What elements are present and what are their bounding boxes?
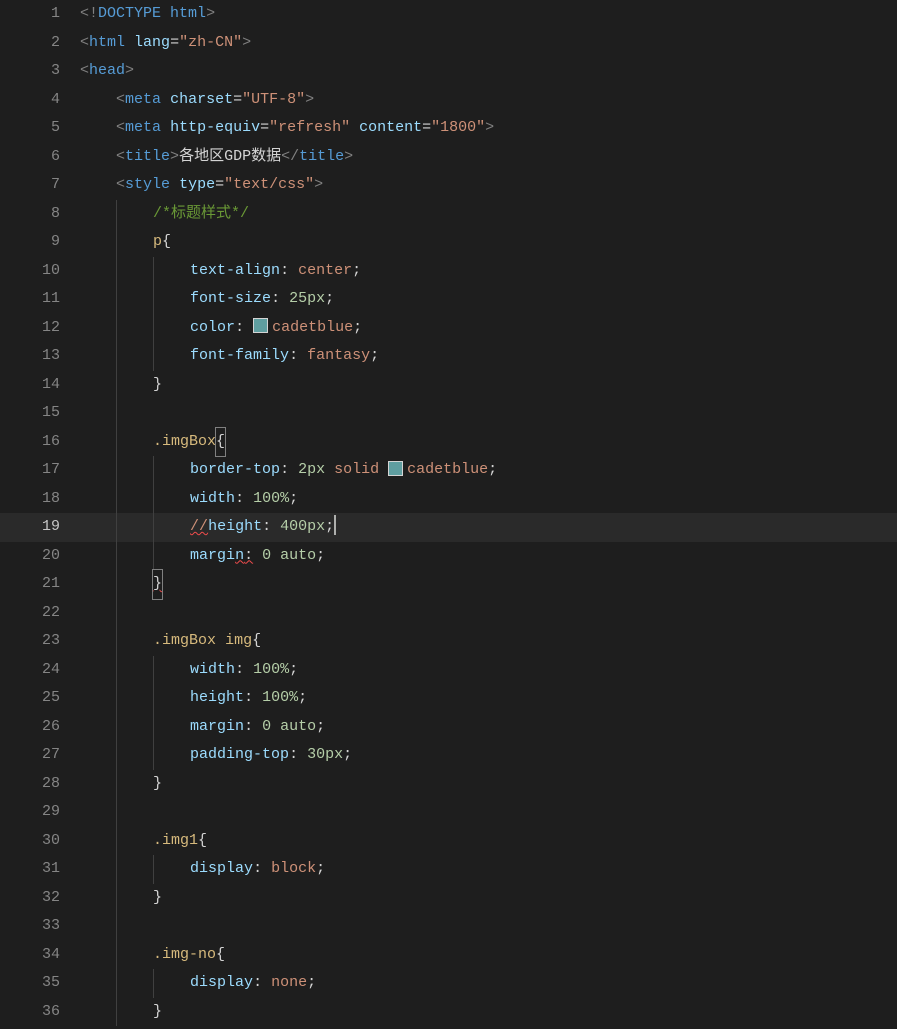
line-number: 27 bbox=[0, 741, 80, 770]
code-line[interactable]: 2<html lang="zh-CN"> bbox=[0, 29, 897, 58]
code-line[interactable]: 25 height: 100%; bbox=[0, 684, 897, 713]
line-number: 23 bbox=[0, 627, 80, 656]
line-number: 16 bbox=[0, 428, 80, 457]
line-number: 15 bbox=[0, 399, 80, 428]
code-line[interactable]: 20 margin: 0 auto; bbox=[0, 542, 897, 571]
code-line[interactable]: 32 } bbox=[0, 884, 897, 913]
code-line[interactable]: 16 .imgBox{ bbox=[0, 428, 897, 457]
code-line[interactable]: 6 <title>各地区GDP数据</title> bbox=[0, 143, 897, 172]
line-number: 24 bbox=[0, 656, 80, 685]
line-number: 8 bbox=[0, 200, 80, 229]
code-line[interactable]: 26 margin: 0 auto; bbox=[0, 713, 897, 742]
line-number: 32 bbox=[0, 884, 80, 913]
code-line[interactable]: 18 width: 100%; bbox=[0, 485, 897, 514]
code-line[interactable]: 28 } bbox=[0, 770, 897, 799]
code-line[interactable]: 34 .img-no{ bbox=[0, 941, 897, 970]
color-swatch-icon bbox=[388, 461, 403, 476]
code-line[interactable]: 22 bbox=[0, 599, 897, 628]
code-line[interactable]: 12 color: cadetblue; bbox=[0, 314, 897, 343]
code-line[interactable]: 14 } bbox=[0, 371, 897, 400]
line-number: 35 bbox=[0, 969, 80, 998]
code-line[interactable]: 4 <meta charset="UTF-8"> bbox=[0, 86, 897, 115]
line-number: 12 bbox=[0, 314, 80, 343]
line-number: 29 bbox=[0, 798, 80, 827]
code-line[interactable]: 1<!DOCTYPE html> bbox=[0, 0, 897, 29]
code-line[interactable]: 36 } bbox=[0, 998, 897, 1027]
code-line[interactable]: 7 <style type="text/css"> bbox=[0, 171, 897, 200]
color-swatch-icon bbox=[253, 318, 268, 333]
code-line-current[interactable]: 19 //height: 400px; bbox=[0, 513, 897, 542]
line-number: 18 bbox=[0, 485, 80, 514]
line-number: 4 bbox=[0, 86, 80, 115]
line-number: 9 bbox=[0, 228, 80, 257]
code-line[interactable]: 30 .img1{ bbox=[0, 827, 897, 856]
code-line[interactable]: 29 bbox=[0, 798, 897, 827]
code-line[interactable]: 35 display: none; bbox=[0, 969, 897, 998]
line-number: 7 bbox=[0, 171, 80, 200]
line-number: 26 bbox=[0, 713, 80, 742]
line-number: 14 bbox=[0, 371, 80, 400]
code-line[interactable]: 10 text-align: center; bbox=[0, 257, 897, 286]
line-number: 11 bbox=[0, 285, 80, 314]
line-number: 2 bbox=[0, 29, 80, 58]
line-number: 31 bbox=[0, 855, 80, 884]
code-line[interactable]: 21 } bbox=[0, 570, 897, 599]
line-number: 36 bbox=[0, 998, 80, 1027]
code-line[interactable]: 23 .imgBox img{ bbox=[0, 627, 897, 656]
line-number: 19 bbox=[0, 513, 80, 542]
line-number: 13 bbox=[0, 342, 80, 371]
code-line[interactable]: 15 bbox=[0, 399, 897, 428]
line-number: 33 bbox=[0, 912, 80, 941]
line-number: 10 bbox=[0, 257, 80, 286]
line-number: 3 bbox=[0, 57, 80, 86]
code-line[interactable]: 24 width: 100%; bbox=[0, 656, 897, 685]
line-number: 28 bbox=[0, 770, 80, 799]
code-line[interactable]: 11 font-size: 25px; bbox=[0, 285, 897, 314]
code-editor[interactable]: 1<!DOCTYPE html> 2<html lang="zh-CN"> 3<… bbox=[0, 0, 897, 1029]
code-line[interactable]: 27 padding-top: 30px; bbox=[0, 741, 897, 770]
line-number: 5 bbox=[0, 114, 80, 143]
line-number: 6 bbox=[0, 143, 80, 172]
line-number: 34 bbox=[0, 941, 80, 970]
line-number: 1 bbox=[0, 0, 80, 29]
code-line[interactable]: 8 /*标题样式*/ bbox=[0, 200, 897, 229]
line-number: 17 bbox=[0, 456, 80, 485]
code-line[interactable]: 9 p{ bbox=[0, 228, 897, 257]
line-number: 20 bbox=[0, 542, 80, 571]
line-number: 30 bbox=[0, 827, 80, 856]
code-line[interactable]: 33 bbox=[0, 912, 897, 941]
line-number: 25 bbox=[0, 684, 80, 713]
line-number: 22 bbox=[0, 599, 80, 628]
code-line[interactable]: 31 display: block; bbox=[0, 855, 897, 884]
code-line[interactable]: 17 border-top: 2px solid cadetblue; bbox=[0, 456, 897, 485]
text-cursor bbox=[334, 515, 336, 535]
line-number: 21 bbox=[0, 570, 80, 599]
code-line[interactable]: 13 font-family: fantasy; bbox=[0, 342, 897, 371]
code-line[interactable]: 3<head> bbox=[0, 57, 897, 86]
code-line[interactable]: 5 <meta http-equiv="refresh" content="18… bbox=[0, 114, 897, 143]
